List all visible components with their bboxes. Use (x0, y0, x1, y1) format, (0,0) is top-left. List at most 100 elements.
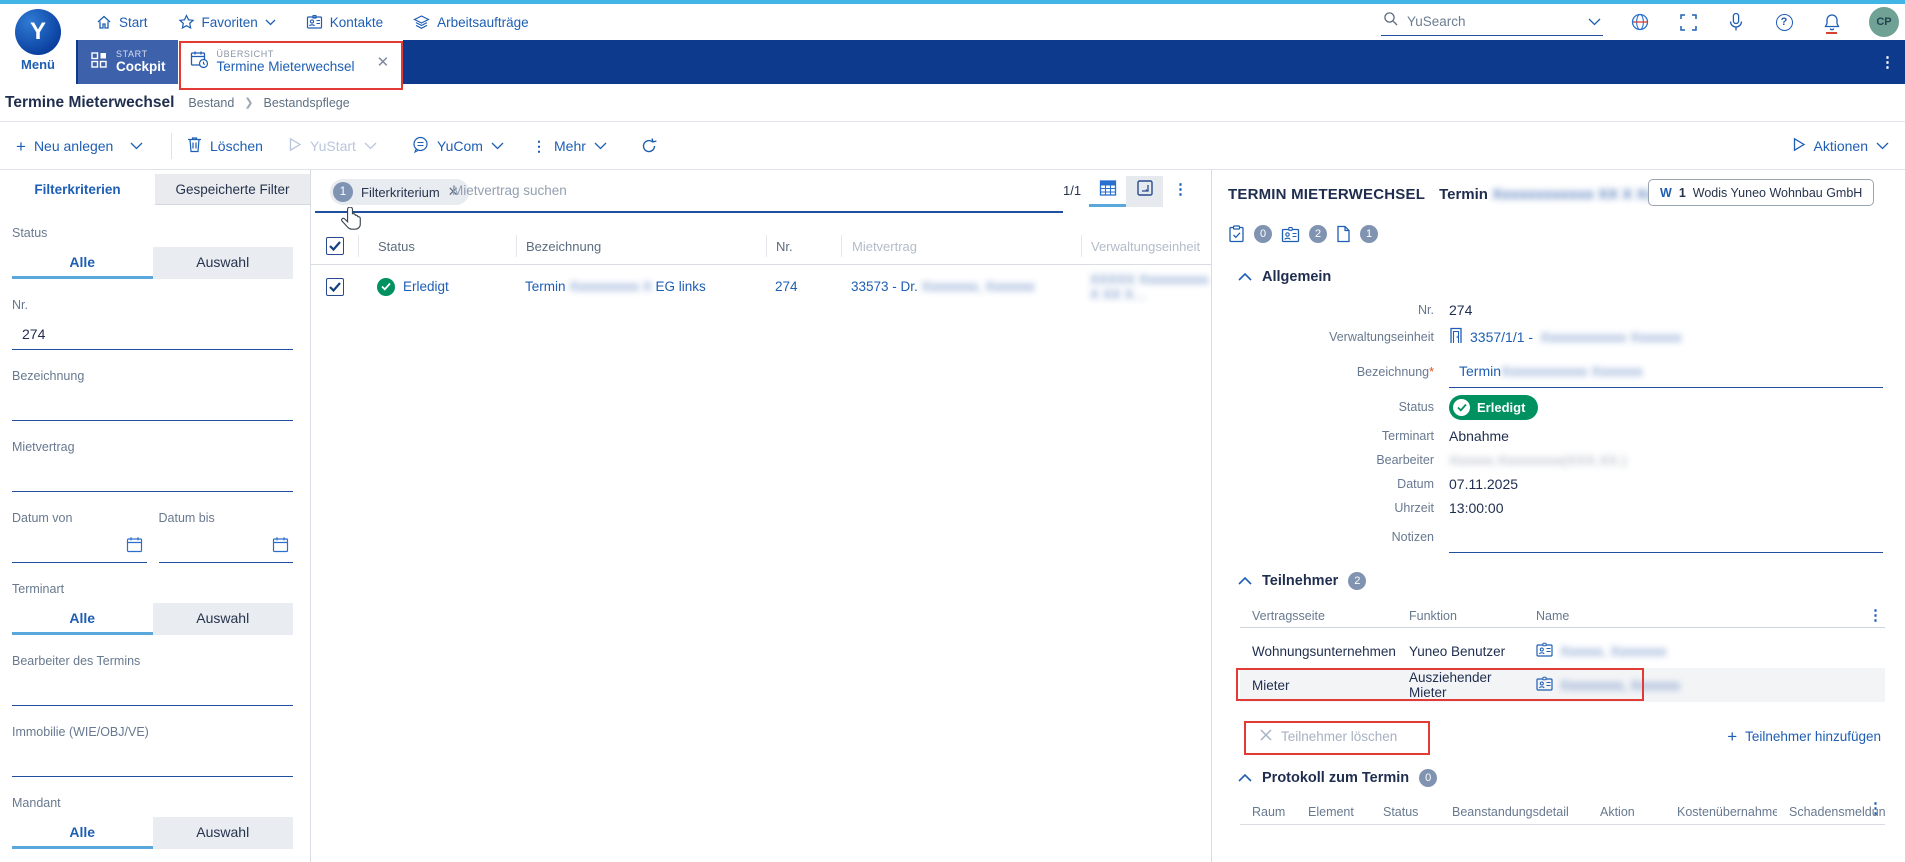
column-nr[interactable]: Nr. (766, 235, 841, 257)
notizen-input[interactable] (1449, 522, 1883, 553)
globe-icon[interactable] (1629, 11, 1651, 33)
refresh-button[interactable] (640, 123, 658, 169)
nr-filter-input[interactable]: 274 (12, 319, 293, 350)
column-name[interactable]: Name (1524, 609, 1885, 623)
column-verwaltungseinheit[interactable]: Verwaltungseinheit (1081, 235, 1211, 257)
teilnehmer-hinzufuegen-button[interactable]: + Teilnehmer hinzufügen (1727, 728, 1881, 745)
list-search-placeholder[interactable]: Mietvertrag suchen (452, 183, 567, 198)
column-funktion[interactable]: Funktion (1397, 609, 1524, 623)
help-icon[interactable]: ? (1773, 11, 1795, 33)
yustart-button[interactable]: YuStart (288, 123, 377, 169)
column-status[interactable]: Status (358, 235, 516, 257)
column-kostenuebernahme[interactable]: Kostenübernahme (1665, 805, 1777, 819)
notifications-bell-icon[interactable] (1821, 11, 1843, 33)
redacted-text: XXXXX Xxxxxxxxxx X XX X… (1090, 272, 1209, 302)
aktionen-button[interactable]: Aktionen (1792, 123, 1889, 169)
mandant-chip[interactable]: W 1 Wodis Yuneo Wohnbau GmbH (1648, 179, 1874, 206)
field-nr-value: 274 (1449, 302, 1472, 318)
tab-close-icon[interactable]: ✕ (377, 53, 390, 71)
delete-button[interactable]: Löschen (187, 123, 263, 169)
status-badge-label: Erledigt (1477, 400, 1525, 415)
datum-von-input[interactable] (12, 532, 147, 563)
teilnehmer-row[interactable]: Wohnungsunternehmen Yuneo Benutzer Xxxxx… (1240, 634, 1885, 668)
column-beanstandungsdetail[interactable]: Beanstandungsdetail (1440, 805, 1588, 819)
tab-active-category: ÜBERSICHT (217, 49, 355, 59)
nav-kontakte[interactable]: Kontakte (306, 14, 383, 30)
protokoll-kebab-icon[interactable]: ⋮ (1856, 799, 1883, 817)
select-all-checkbox[interactable] (326, 237, 344, 255)
bezeichnung-input[interactable]: Termin Xxxxxxxxxxxx Xxxxxxx (1449, 355, 1883, 388)
microphone-icon[interactable] (1725, 11, 1747, 33)
new-dropdown-chevron[interactable] (130, 123, 143, 169)
chevron-up-icon (1238, 769, 1252, 787)
column-aktion[interactable]: Aktion (1588, 805, 1665, 819)
documents-icon[interactable] (1336, 225, 1351, 243)
protokoll-count-badge: 0 (1419, 769, 1437, 787)
status-auswahl-option[interactable]: Auswahl (153, 247, 294, 279)
tab-cockpit[interactable]: START Cockpit (78, 40, 178, 84)
column-raum[interactable]: Raum (1240, 805, 1296, 819)
more-button[interactable]: ⋮ Mehr (532, 123, 607, 169)
yucom-button[interactable]: YuCom (412, 123, 504, 169)
mandant-auswahl-option[interactable]: Auswahl (153, 817, 294, 849)
user-avatar[interactable]: CP (1869, 7, 1899, 37)
mietvertrag-filter-input[interactable] (12, 461, 293, 492)
teilnehmer-row-selected[interactable]: Mieter Ausziehender Mieter Xxxxxxxxx, Xx… (1240, 668, 1885, 702)
section-protokoll-header[interactable]: Protokoll zum Termin 0 (1238, 769, 1887, 787)
teilnehmer-kebab-icon[interactable]: ⋮ (1868, 606, 1883, 624)
row-checkbox[interactable] (326, 278, 344, 296)
column-mietvertrag[interactable]: Mietvertrag (841, 235, 1081, 257)
tab-termine-mieterwechsel[interactable]: ÜBERSICHT Termine Mieterwechsel ✕ (178, 40, 404, 84)
chevron-down-icon[interactable] (1588, 13, 1601, 31)
aktionen-button-label: Aktionen (1814, 138, 1868, 154)
column-bezeichnung[interactable]: Bezeichnung (516, 235, 766, 257)
field-ve-value[interactable]: 3357/1/1 - Xxxxxxxxxxxx Xxxxxxx (1449, 327, 1682, 347)
nav-arbeitsauftraege[interactable]: Arbeitsaufträge (413, 14, 529, 30)
tabbar-kebab-icon[interactable]: ⋮ (1880, 40, 1895, 84)
tab-filterkriterien[interactable]: Filterkriterien (0, 174, 155, 205)
table-view-button[interactable] (1089, 176, 1126, 207)
fullscreen-icon[interactable] (1677, 11, 1699, 33)
column-status[interactable]: Status (1371, 805, 1440, 819)
contacts-count-badge: 2 (1309, 225, 1327, 243)
nav-favoriten[interactable]: Favoriten (178, 14, 276, 30)
app-menu[interactable]: Y Menü (0, 4, 76, 86)
row-mietvertrag[interactable]: 33573 - Dr. Xxxxxxxx, Xxxxxxx (841, 279, 1081, 294)
teilnehmer-loeschen-button[interactable]: Teilnehmer löschen (1252, 724, 1405, 749)
breadcrumb-bestandspflege[interactable]: Bestandspflege (264, 96, 350, 110)
nav-start[interactable]: Start (96, 14, 148, 30)
field-status-label: Status (1228, 400, 1434, 414)
status-alle-option[interactable]: Alle (12, 247, 153, 279)
tab-gespeicherte-filter[interactable]: Gespeicherte Filter (155, 174, 310, 205)
row-verwaltungseinheit: XXXXX Xxxxxxxxxx X XX X… (1081, 272, 1211, 302)
table-row[interactable]: Erledigt Termin Xxxxxxxxxx X EG links 27… (311, 265, 1211, 308)
protokoll-header-row: Raum Element Status Beanstandungsdetail … (1240, 799, 1885, 825)
new-button-label: Neu anlegen (34, 138, 113, 154)
column-element[interactable]: Element (1296, 805, 1371, 819)
search-icon (1383, 11, 1399, 32)
field-datum-value: 07.11.2025 (1449, 476, 1518, 492)
terminart-auswahl-option[interactable]: Auswahl (153, 603, 294, 635)
immobilie-filter-input[interactable] (12, 746, 293, 777)
contacts-card-icon[interactable] (1281, 226, 1300, 243)
column-vertragsseite[interactable]: Vertragsseite (1240, 609, 1397, 623)
new-button[interactable]: + Neu anlegen (16, 123, 113, 169)
bearbeiter-filter-input[interactable] (12, 675, 293, 706)
calendar-icon[interactable] (272, 536, 289, 558)
bezeichnung-filter-input[interactable] (12, 390, 293, 421)
detail-view-button[interactable] (1126, 176, 1163, 207)
yusearch-input[interactable]: YuSearch (1381, 9, 1603, 36)
status-badge[interactable]: Erledigt (1449, 395, 1538, 420)
list-kebab-icon[interactable]: ⋮ (1173, 180, 1188, 198)
datum-bis-input[interactable] (159, 532, 294, 563)
mandant-alle-option[interactable]: Alle (12, 817, 153, 849)
calendar-icon[interactable] (126, 536, 143, 558)
row-bezeichnung-link[interactable]: Termin Xxxxxxxxxx X EG links (516, 279, 766, 294)
breadcrumb-bestand[interactable]: Bestand (188, 96, 234, 110)
section-allgemein-header[interactable]: Allgemein (1238, 268, 1887, 286)
filter-chip[interactable]: 1 Filterkriterium ✕ (330, 179, 469, 205)
documents-count-badge: 1 (1360, 225, 1378, 243)
terminart-alle-option[interactable]: Alle (12, 603, 153, 635)
tasks-clipboard-icon[interactable] (1228, 225, 1245, 243)
section-teilnehmer-header[interactable]: Teilnehmer 2 (1238, 572, 1887, 590)
